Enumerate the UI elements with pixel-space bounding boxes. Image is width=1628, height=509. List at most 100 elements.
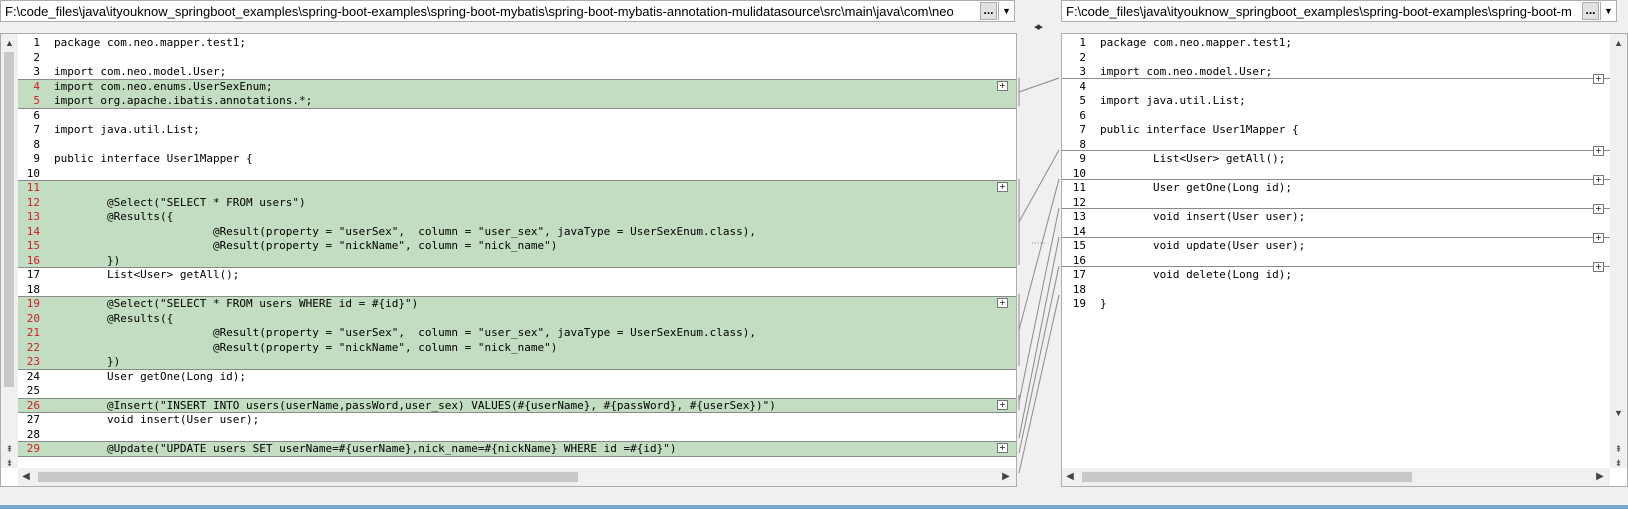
merge-block-button[interactable]: + <box>997 298 1008 308</box>
code-line[interactable]: 8 <box>18 137 1016 152</box>
code-line[interactable]: 4 import com.neo.enums.UserSexEnum; <box>18 78 1016 94</box>
merge-block-button[interactable]: + <box>997 182 1008 192</box>
code-line[interactable]: 5 import java.util.List; <box>1062 93 1610 108</box>
scroll-right-icon[interactable]: ▶ <box>998 468 1014 486</box>
code-line[interactable]: 20 @Results({ <box>18 310 1016 326</box>
code-line[interactable]: 17 List<User> getAll(); <box>18 267 1016 282</box>
code-line[interactable]: 10 <box>18 166 1016 181</box>
merge-block-button[interactable]: + <box>1593 146 1604 156</box>
left-path-bar[interactable]: F:\code_files\java\ityouknow_springboot_… <box>0 0 1015 22</box>
code-line[interactable]: 19 @Select("SELECT * FROM users WHERE id… <box>18 296 1016 311</box>
scroll-up-icon[interactable]: ▲ <box>1 36 18 50</box>
merge-block-button[interactable]: + <box>1593 175 1604 185</box>
code-line[interactable]: 19} <box>1062 296 1610 311</box>
code-line[interactable]: 26 @Insert("INSERT INTO users(userName,p… <box>18 397 1016 413</box>
diff-block-border <box>18 455 1016 457</box>
code-line[interactable]: 25 <box>18 383 1016 398</box>
line-number: 1 <box>33 36 40 49</box>
right-hscroll-thumb[interactable] <box>1082 472 1412 482</box>
code-line[interactable]: 23 }) <box>18 354 1016 369</box>
code-line[interactable]: 7 import java.util.List; <box>18 122 1016 137</box>
code-line[interactable]: 28 <box>18 427 1016 442</box>
left-browse-button[interactable]: ... <box>980 2 997 20</box>
code-line[interactable]: 3 import com.neo.model.User; <box>18 64 1016 79</box>
line-text: @Update("UPDATE users SET userName=#{use… <box>54 442 677 455</box>
code-line[interactable]: 12 @Select("SELECT * FROM users") <box>18 194 1016 210</box>
merge-block-button[interactable]: + <box>1593 262 1604 272</box>
line-text: @Select("SELECT * FROM users") <box>54 195 306 209</box>
line-text: public interface User1Mapper { <box>54 152 253 165</box>
code-line[interactable]: 6 <box>18 108 1016 123</box>
code-line[interactable]: 13 @Results({ <box>18 209 1016 224</box>
code-line[interactable]: 18 <box>18 282 1016 297</box>
line-text: void delete(Long id); <box>1100 268 1293 281</box>
left-code-pane[interactable]: ▲ ⇞ ⇟ 1 package com.neo.mapper.test1; 2 3 im… <box>0 33 1017 487</box>
right-code-pane[interactable]: 1 package com.neo.mapper.test1; 2 3 import c… <box>1061 33 1628 487</box>
merge-block-button[interactable]: + <box>997 399 1008 410</box>
code-line[interactable]: 9 public interface User1Mapper { <box>18 151 1016 166</box>
left-vertical-scrollbar[interactable]: ▲ ⇞ ⇟ <box>1 34 18 468</box>
code-line[interactable]: 1 package com.neo.mapper.test1; <box>18 35 1016 50</box>
code-line[interactable]: 14 @Result(property = "userSex", column … <box>18 223 1016 239</box>
line-number: 15 <box>26 239 40 252</box>
code-line[interactable]: 24 User getOne(Long id); <box>18 369 1016 384</box>
scroll-left-icon[interactable]: ◀ <box>1062 468 1078 486</box>
scroll-left-icon[interactable]: ◀ <box>18 468 34 486</box>
code-line[interactable]: 1 package com.neo.mapper.test1; <box>1062 35 1610 50</box>
scroll-right-icon[interactable]: ▶ <box>1592 468 1608 486</box>
line-number: 21 <box>26 326 40 339</box>
code-line[interactable]: 21 @Result(property = "userSex", column … <box>18 325 1016 340</box>
code-line[interactable]: 5 import org.apache.ibatis.annotations.*; <box>18 93 1016 108</box>
code-line[interactable]: 18 <box>1062 282 1610 297</box>
code-line[interactable]: 6 <box>1062 108 1610 123</box>
right-path-input[interactable]: F:\code_files\java\ityouknow_springboot_… <box>1062 4 1582 19</box>
left-vscroll-thumb[interactable] <box>4 52 14 387</box>
left-hscroll-thumb[interactable] <box>38 472 578 482</box>
right-horizontal-scrollbar[interactable]: ◀ ▶ <box>1062 468 1610 486</box>
right-path-bar[interactable]: F:\code_files\java\ityouknow_springboot_… <box>1061 0 1617 22</box>
line-number: 19 <box>26 297 40 310</box>
code-line[interactable]: 2 <box>1062 50 1610 65</box>
line-number: 17 <box>26 268 40 281</box>
right-browse-button[interactable]: ... <box>1582 2 1599 20</box>
code-line[interactable]: 29 @Update("UPDATE users SET userName=#{… <box>18 441 1016 456</box>
merge-block-button[interactable]: + <box>997 443 1008 453</box>
code-line[interactable]: 11 User getOne(Long id); <box>1062 180 1610 195</box>
scroll-down-icon[interactable]: ▼ <box>1610 406 1627 420</box>
insertion-marker <box>1062 266 1610 267</box>
merge-block-button[interactable]: + <box>1593 204 1604 214</box>
next-diff-icon[interactable]: ⇟ <box>1 456 18 470</box>
code-line[interactable]: 27 void insert(User user); <box>18 412 1016 427</box>
code-line[interactable]: 22 @Result(property = "nickName", column… <box>18 339 1016 355</box>
line-text: import java.util.List; <box>54 123 200 136</box>
code-line[interactable]: 17 void delete(Long id); <box>1062 267 1610 282</box>
right-vertical-scrollbar[interactable]: ▲ ▼ ⇞ ⇟ <box>1610 34 1627 468</box>
next-diff-icon[interactable]: ⇟ <box>1610 456 1627 470</box>
code-line[interactable]: 11 <box>18 180 1016 195</box>
merge-block-button[interactable]: + <box>1593 73 1604 84</box>
left-dropdown-button[interactable]: ▼ <box>998 2 1014 20</box>
code-line[interactable]: 7 public interface User1Mapper { <box>1062 122 1610 137</box>
line-text: @Result(property = "userSex", column = "… <box>54 224 756 238</box>
right-dropdown-button[interactable]: ▼ <box>1600 2 1616 20</box>
line-number: 7 <box>1079 123 1086 136</box>
line-number: 24 <box>26 369 40 383</box>
line-number: 13 <box>26 210 40 223</box>
left-horizontal-scrollbar[interactable]: ◀ ▶ <box>18 468 1016 486</box>
prev-diff-icon[interactable]: ⇞ <box>1 442 18 456</box>
code-line[interactable]: 15 void update(User user); <box>1062 238 1610 253</box>
svg-text:·····: ····· <box>1031 239 1045 249</box>
merge-block-button[interactable]: + <box>1593 233 1604 243</box>
merge-block-button[interactable]: + <box>997 80 1008 91</box>
code-line[interactable]: 13 void insert(User user); <box>1062 209 1610 224</box>
line-number: 4 <box>33 79 40 93</box>
code-line[interactable]: 9 List<User> getAll(); <box>1062 151 1610 166</box>
code-line[interactable]: 2 <box>18 50 1016 65</box>
code-line[interactable]: 4 <box>1062 79 1610 94</box>
swap-panes-icon[interactable]: ◂▸ <box>1034 20 1043 33</box>
left-path-input[interactable]: F:\code_files\java\ityouknow_springboot_… <box>1 4 980 19</box>
scroll-up-icon[interactable]: ▲ <box>1610 36 1627 50</box>
prev-diff-icon[interactable]: ⇞ <box>1610 442 1627 456</box>
code-line[interactable]: 16 }) <box>18 252 1016 268</box>
code-line[interactable]: 15 @Result(property = "nickName", column… <box>18 238 1016 253</box>
